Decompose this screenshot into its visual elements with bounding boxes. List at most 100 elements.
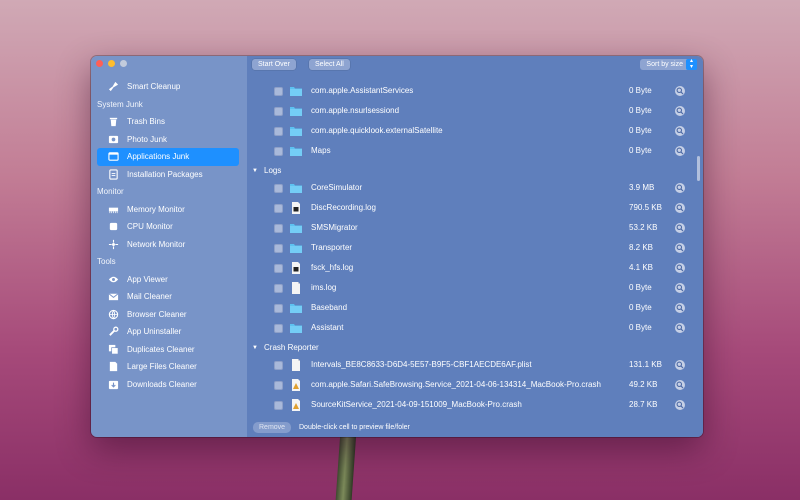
file-name: Intervals_BE8C8633-D6D4-5E57-B9F5-CBF1AE… xyxy=(311,360,532,369)
sidebar-item-applications-junk[interactable]: Applications Junk xyxy=(97,148,239,166)
sidebar-item-photo-junk[interactable]: Photo Junk xyxy=(97,131,239,149)
sidebar-item-mail-cleaner[interactable]: Mail Cleaner xyxy=(97,288,239,306)
sidebar-item-app-viewer[interactable]: App Viewer xyxy=(97,271,239,289)
folder-icon xyxy=(289,124,303,138)
disclosure-triangle-icon[interactable]: ▼ xyxy=(252,168,260,174)
row-checkbox[interactable] xyxy=(274,204,283,213)
sidebar-item-duplicates-cleaner[interactable]: Duplicates Cleaner xyxy=(97,341,239,359)
magnifier-icon[interactable] xyxy=(675,126,685,136)
sidebar-section-header: Monitor xyxy=(97,187,124,196)
trash-icon xyxy=(107,116,119,128)
file-name: com.apple.Safari.SafeBrowsing.Service_20… xyxy=(311,380,601,389)
magnifier-icon[interactable] xyxy=(675,303,685,313)
row-checkbox[interactable] xyxy=(274,87,283,96)
scrollbar-thumb[interactable] xyxy=(697,156,700,181)
row-checkbox[interactable] xyxy=(274,401,283,410)
row-checkbox[interactable] xyxy=(274,224,283,233)
file-name: com.apple.quicklook.externalSatellite xyxy=(311,126,443,135)
close-window-button[interactable] xyxy=(96,60,103,67)
sidebar-item-network-monitor[interactable]: Network Monitor xyxy=(97,236,239,254)
magnifier-icon[interactable] xyxy=(675,183,685,193)
disclosure-triangle-icon[interactable]: ▼ xyxy=(252,345,260,351)
file-size: 0 Byte xyxy=(629,86,652,95)
sidebar-item-label: Network Monitor xyxy=(127,239,186,249)
group-header[interactable]: ▼ Logs xyxy=(247,162,703,179)
file-size: 0 Byte xyxy=(629,323,652,332)
sidebar-item-label: Photo Junk xyxy=(127,134,168,144)
row-checkbox[interactable] xyxy=(274,184,283,193)
group-header[interactable]: ▼ Crash Reporter xyxy=(247,339,703,356)
sort-dropdown[interactable]: Sort by size ▴ ▾ xyxy=(640,58,697,70)
sidebar-item-installation-packages[interactable]: Installation Packages xyxy=(97,166,239,184)
sidebar-item-label: Smart Cleanup xyxy=(127,82,181,92)
sidebar-item-smart-cleanup[interactable]: Smart Cleanup xyxy=(97,78,239,96)
magnifier-icon[interactable] xyxy=(675,360,685,370)
sidebar-item-large-files-cleaner[interactable]: Large Files Cleaner xyxy=(97,358,239,376)
table-row[interactable]: ims.log 0 Byte xyxy=(247,279,703,299)
table-row[interactable]: Intervals_BE8C8633-D6D4-5E57-B9F5-CBF1AE… xyxy=(247,356,703,376)
table-row[interactable]: SourceKitService_2021-04-09-151009_MacBo… xyxy=(247,396,703,416)
magnifier-icon[interactable] xyxy=(675,86,685,96)
table-row[interactable]: com.apple.nsurlsessiond 0 Byte xyxy=(247,102,703,122)
table-row[interactable]: com.apple.Safari.SafeBrowsing.Service_20… xyxy=(247,376,703,396)
sidebar-item-trash-bins[interactable]: Trash Bins xyxy=(97,113,239,131)
table-row[interactable]: Assistant 0 Byte xyxy=(247,319,703,339)
row-checkbox[interactable] xyxy=(274,324,283,333)
file-name: ims.log xyxy=(311,283,337,292)
magnifier-icon[interactable] xyxy=(675,263,685,273)
folder-icon xyxy=(289,181,303,195)
file-size: 3.9 MB xyxy=(629,183,655,192)
sidebar-item-browser-cleaner[interactable]: Browser Cleaner xyxy=(97,306,239,324)
magnifier-icon[interactable] xyxy=(675,380,685,390)
row-checkbox[interactable] xyxy=(274,107,283,116)
table-row[interactable]: SMSMigrator 53.2 KB xyxy=(247,219,703,239)
sidebar-item-app-uninstaller[interactable]: App Uninstaller xyxy=(97,323,239,341)
remove-button[interactable]: Remove xyxy=(253,422,292,433)
bottom-bar: Remove Double-click cell to preview file… xyxy=(247,419,703,437)
row-checkbox[interactable] xyxy=(274,127,283,136)
table-row[interactable]: Transporter 8.2 KB xyxy=(247,239,703,259)
table-row[interactable]: com.apple.AssistantServices 0 Byte xyxy=(247,82,703,102)
group-name: Crash Reporter xyxy=(264,343,319,352)
zoom-window-button[interactable] xyxy=(120,60,127,67)
app-window-icon xyxy=(107,151,119,163)
row-checkbox[interactable] xyxy=(274,284,283,293)
row-checkbox[interactable] xyxy=(274,264,283,273)
table-row[interactable]: Maps 0 Byte xyxy=(247,142,703,162)
row-checkbox[interactable] xyxy=(274,361,283,370)
magnifier-icon[interactable] xyxy=(675,243,685,253)
row-checkbox[interactable] xyxy=(274,147,283,156)
table-row[interactable]: Baseband 0 Byte xyxy=(247,299,703,319)
select-all-button[interactable]: Select All xyxy=(309,59,350,70)
row-checkbox[interactable] xyxy=(274,244,283,253)
sidebar-item-downloads-cleaner[interactable]: Downloads Cleaner xyxy=(97,376,239,394)
file-list[interactable]: com.apple.AssistantServices 0 Byte com.app… xyxy=(247,82,703,419)
row-checkbox[interactable] xyxy=(274,304,283,313)
table-row[interactable]: fsck_hfs.log 4.1 KB xyxy=(247,259,703,279)
magnifier-icon[interactable] xyxy=(675,106,685,116)
minimize-window-button[interactable] xyxy=(108,60,115,67)
table-row[interactable]: DiscRecording.log 790.5 KB xyxy=(247,199,703,219)
magnifier-icon[interactable] xyxy=(675,400,685,410)
sidebar-item-cpu-monitor[interactable]: CPU Monitor xyxy=(97,218,239,236)
row-checkbox[interactable] xyxy=(274,381,283,390)
file-name: Maps xyxy=(311,146,331,155)
magnifier-icon[interactable] xyxy=(675,283,685,293)
file-name: Transporter xyxy=(311,243,353,252)
sidebar-item-memory-monitor[interactable]: Memory Monitor xyxy=(97,201,239,219)
log-icon xyxy=(289,201,303,215)
magnifier-icon[interactable] xyxy=(675,146,685,156)
table-row[interactable]: com.apple.quicklook.externalSatellite 0 B… xyxy=(247,122,703,142)
toolbar: Start Over Select All Sort by size ▴ ▾ xyxy=(247,58,703,72)
magnifier-icon[interactable] xyxy=(675,203,685,213)
folder-icon xyxy=(289,241,303,255)
document-icon xyxy=(289,358,303,372)
sidebar-item-label: Large Files Cleaner xyxy=(127,362,197,372)
table-row[interactable]: CoreSimulator 3.9 MB xyxy=(247,179,703,199)
file-name: fsck_hfs.log xyxy=(311,263,354,272)
start-over-button[interactable]: Start Over xyxy=(252,59,296,70)
file-size: 0 Byte xyxy=(629,106,652,115)
magnifier-icon[interactable] xyxy=(675,323,685,333)
log-icon xyxy=(289,261,303,275)
magnifier-icon[interactable] xyxy=(675,223,685,233)
